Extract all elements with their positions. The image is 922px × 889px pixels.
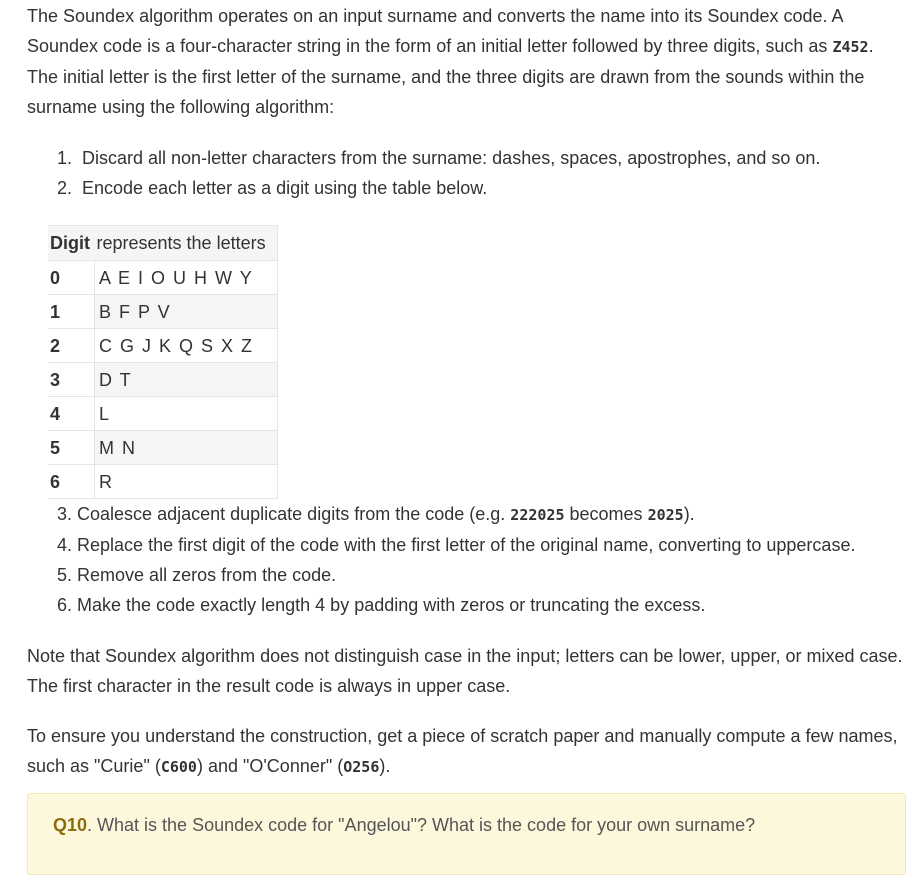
digit-cell: 2 [48, 328, 95, 363]
steps-list-start: 1. Discard all non-letter characters fro… [27, 143, 922, 203]
letters-cell: M N [94, 430, 278, 465]
letters-cell: A E I O U H W Y [94, 260, 278, 295]
table-row: 1 B F P V [48, 294, 278, 329]
table-header-row: Digit represents the letters [48, 225, 278, 261]
step-number: 4. [57, 535, 73, 555]
example-code: Z452 [832, 38, 869, 56]
case-note-paragraph: Note that Soundex algorithm does not dis… [27, 646, 903, 696]
letters-cell: L [94, 396, 278, 431]
scratch-text: ). [379, 756, 391, 776]
oconner-code: O256 [343, 758, 380, 776]
table-row: 4 L [48, 396, 278, 431]
digit-cell: 1 [48, 294, 95, 329]
scratch-text: To ensure you understand the constructio… [27, 726, 898, 776]
step-text: Remove all zeros from the code. [77, 565, 337, 585]
step-text: ). [683, 504, 695, 524]
question-label: Q10 [53, 815, 88, 835]
header-letters: represents the letters [94, 225, 278, 261]
code-example-after: 2025 [647, 506, 684, 524]
encoding-table: Digit represents the letters 0 A E I O U… [48, 225, 278, 499]
scratch-paragraph: To ensure you understand the constructio… [27, 721, 907, 782]
step-text: Make the code exactly length 4 by paddin… [77, 595, 706, 615]
curie-code: C600 [160, 758, 197, 776]
step-item-5: 5. Remove all zeros from the code. [57, 560, 922, 590]
letters-cell: R [94, 464, 278, 499]
step-item-6: 6. Make the code exactly length 4 by pad… [57, 590, 922, 620]
digit-cell: 4 [48, 396, 95, 431]
step-item-2: 2. Encode each letter as a digit using t… [57, 173, 922, 203]
step-number: 5. [57, 565, 73, 585]
table-row: 0 A E I O U H W Y [48, 260, 278, 295]
table-row: 3 D T [48, 362, 278, 397]
header-digit: Digit [48, 225, 95, 261]
digit-cell: 3 [48, 362, 95, 397]
step-item-3: 3. Coalesce adjacent duplicate digits fr… [57, 499, 922, 530]
intro-paragraph: The Soundex algorithm operates on an inp… [27, 0, 897, 122]
steps-list-end: 3. Coalesce adjacent duplicate digits fr… [27, 499, 922, 620]
step-text: Replace the first digit of the code with… [77, 535, 856, 555]
question-text: . What is the Soundex code for "Angelou"… [87, 815, 756, 835]
step-number: 6. [57, 595, 73, 615]
step-number: 3. [57, 504, 73, 524]
step-text: Coalesce adjacent duplicate digits from … [77, 504, 506, 524]
step-number: 1. [57, 148, 73, 168]
letters-cell: D T [94, 362, 278, 397]
letters-cell: B F P V [94, 294, 278, 329]
scratch-text: ) and "O'Conner" ( [196, 756, 344, 776]
step-item-4: 4. Replace the first digit of the code w… [57, 530, 922, 560]
step-text: becomes [569, 504, 643, 524]
table-row: 5 M N [48, 430, 278, 465]
code-example-before: 222025 [510, 506, 565, 524]
step-item-1: 1. Discard all non-letter characters fro… [57, 143, 922, 173]
step-text: Encode each letter as a digit using the … [82, 178, 488, 198]
question-callout: Q10. What is the Soundex code for "Angel… [27, 793, 906, 875]
letters-cell: C G J K Q S X Z [94, 328, 278, 363]
encoding-table-wrapper: Digit represents the letters 0 A E I O U… [48, 225, 922, 499]
step-number: 2. [57, 178, 73, 198]
table-row: 2 C G J K Q S X Z [48, 328, 278, 363]
page-content: The Soundex algorithm operates on an inp… [0, 0, 922, 889]
table-row: 6 R [48, 464, 278, 499]
digit-cell: 0 [48, 260, 95, 295]
intro-text-1: The Soundex algorithm operates on an inp… [27, 6, 843, 56]
digit-cell: 5 [48, 430, 95, 465]
digit-cell: 6 [48, 464, 95, 499]
step-text: Discard all non-letter characters from t… [82, 148, 821, 168]
